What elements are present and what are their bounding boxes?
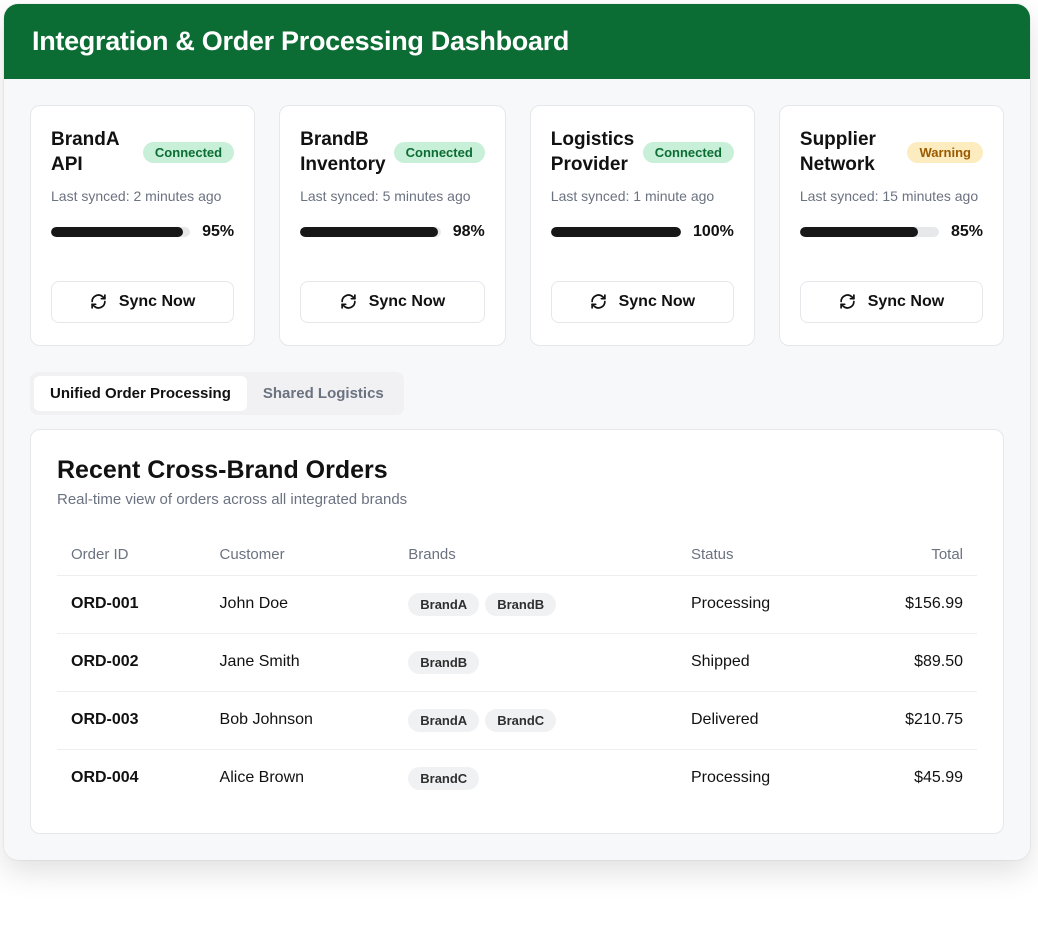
order-customer: Bob Johnson	[206, 691, 395, 749]
order-brands: BrandA BrandC	[394, 691, 677, 749]
last-synced-text: Last synced: 5 minutes ago	[300, 187, 485, 207]
progress-track	[51, 227, 190, 237]
progress-label: 100%	[693, 223, 734, 241]
brand-pill: BrandC	[485, 709, 556, 732]
integration-card: Supplier Network Warning Last synced: 15 m…	[779, 105, 1004, 346]
sync-button-label: Sync Now	[119, 293, 195, 311]
column-header: Status	[677, 534, 844, 576]
refresh-icon	[90, 293, 107, 310]
tabs: Unified Order ProcessingShared Logistics	[30, 372, 404, 415]
order-total: $45.99	[844, 749, 977, 807]
table-row[interactable]: ORD-002Jane Smith BrandB Shipped$89.50	[57, 633, 977, 691]
integration-card: BrandA API Connected Last synced: 2 minute…	[30, 105, 255, 346]
order-id: ORD-002	[57, 633, 206, 691]
progress-fill	[51, 227, 183, 237]
order-status: Delivered	[677, 691, 844, 749]
card-title: BrandB Inventory	[300, 128, 386, 177]
orders-table: Order IDCustomerBrandsStatusTotal ORD-00…	[57, 534, 977, 807]
progress-label: 98%	[453, 223, 485, 241]
status-badge: Warning	[907, 142, 983, 163]
card-title: Logistics Provider	[551, 128, 635, 177]
column-header: Total	[844, 534, 977, 576]
brand-pill: BrandB	[408, 651, 479, 674]
last-synced-text: Last synced: 15 minutes ago	[800, 187, 983, 207]
progress-row: 98%	[300, 223, 485, 241]
progress-label: 85%	[951, 223, 983, 241]
tab-shared-logistics[interactable]: Shared Logistics	[247, 376, 400, 411]
order-brands: BrandB	[394, 633, 677, 691]
progress-fill	[800, 227, 918, 237]
progress-track	[800, 227, 939, 237]
table-row[interactable]: ORD-001John Doe BrandA BrandB Processing$15…	[57, 575, 977, 633]
sync-now-button[interactable]: Sync Now	[300, 281, 485, 323]
status-badge: Connected	[643, 142, 734, 163]
progress-row: 85%	[800, 223, 983, 241]
progress-track	[300, 227, 441, 237]
order-status: Processing	[677, 749, 844, 807]
order-total: $156.99	[844, 575, 977, 633]
sync-now-button[interactable]: Sync Now	[51, 281, 234, 323]
orders-panel: Recent Cross-Brand Orders Real-time view…	[30, 429, 1004, 834]
brand-pill: BrandB	[485, 593, 556, 616]
progress-row: 95%	[51, 223, 234, 241]
last-synced-text: Last synced: 1 minute ago	[551, 187, 734, 207]
sync-button-label: Sync Now	[619, 293, 695, 311]
order-brands: BrandA BrandB	[394, 575, 677, 633]
progress-fill	[300, 227, 438, 237]
progress-label: 95%	[202, 223, 234, 241]
column-header: Customer	[206, 534, 395, 576]
status-badge: Connected	[143, 142, 234, 163]
order-id: ORD-003	[57, 691, 206, 749]
brand-pill: BrandA	[408, 593, 479, 616]
orders-title: Recent Cross-Brand Orders	[57, 456, 977, 485]
order-id: ORD-001	[57, 575, 206, 633]
sync-now-button[interactable]: Sync Now	[800, 281, 983, 323]
column-header: Brands	[394, 534, 677, 576]
orders-subtitle: Real-time view of orders across all inte…	[57, 491, 977, 508]
card-title: Supplier Network	[800, 128, 900, 177]
progress-row: 100%	[551, 223, 734, 241]
sync-button-label: Sync Now	[868, 293, 944, 311]
brand-pill: BrandC	[408, 767, 479, 790]
last-synced-text: Last synced: 2 minutes ago	[51, 187, 234, 207]
refresh-icon	[590, 293, 607, 310]
card-title: BrandA API	[51, 128, 135, 177]
order-brands: BrandC	[394, 749, 677, 807]
table-row[interactable]: ORD-004Alice Brown BrandC Processing$45.99	[57, 749, 977, 807]
status-badge: Connected	[394, 142, 485, 163]
order-status: Shipped	[677, 633, 844, 691]
progress-fill	[551, 227, 681, 237]
integration-cards: BrandA API Connected Last synced: 2 minute…	[4, 79, 1030, 372]
brand-pill: BrandA	[408, 709, 479, 732]
integration-card: BrandB Inventory Connected Last synced: 5 …	[279, 105, 506, 346]
refresh-icon	[340, 293, 357, 310]
sync-now-button[interactable]: Sync Now	[551, 281, 734, 323]
order-customer: John Doe	[206, 575, 395, 633]
sync-button-label: Sync Now	[369, 293, 445, 311]
order-status: Processing	[677, 575, 844, 633]
tab-unified-order-processing[interactable]: Unified Order Processing	[34, 376, 247, 411]
table-row[interactable]: ORD-003Bob Johnson BrandA BrandC Delivered$…	[57, 691, 977, 749]
integration-card: Logistics Provider Connected Last synced: …	[530, 105, 755, 346]
page-title: Integration & Order Processing Dashboard	[32, 26, 1002, 57]
progress-track	[551, 227, 681, 237]
order-id: ORD-004	[57, 749, 206, 807]
order-total: $89.50	[844, 633, 977, 691]
order-customer: Jane Smith	[206, 633, 395, 691]
order-total: $210.75	[844, 691, 977, 749]
order-customer: Alice Brown	[206, 749, 395, 807]
refresh-icon	[839, 293, 856, 310]
page-header: Integration & Order Processing Dashboard	[4, 4, 1030, 79]
column-header: Order ID	[57, 534, 206, 576]
